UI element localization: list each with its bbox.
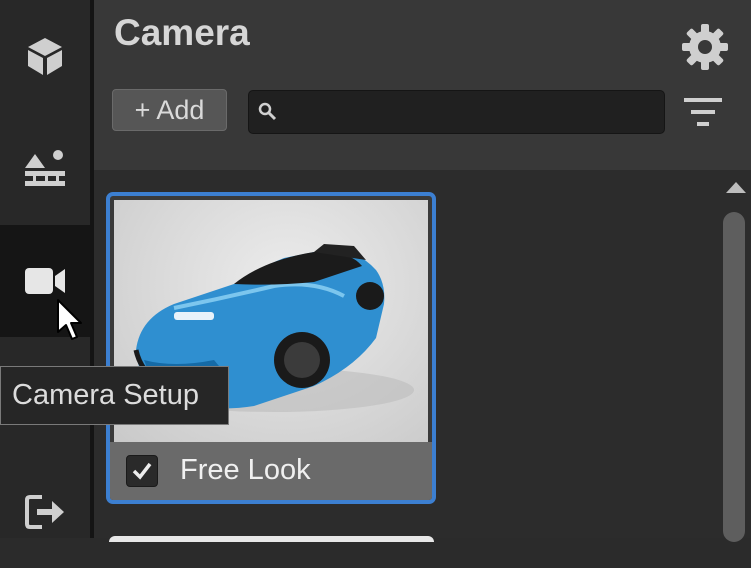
- video-camera-icon: [25, 268, 65, 294]
- exit-icon: [25, 495, 64, 529]
- sidebar-item-exit[interactable]: [0, 456, 90, 568]
- card-checkbox[interactable]: [126, 455, 158, 487]
- card-footer: Free Look: [110, 442, 432, 500]
- camera-panel: Camera + Add Free Look: [94, 0, 751, 542]
- scrollbar-thumb[interactable]: [723, 212, 745, 542]
- filter-icon[interactable]: [682, 95, 724, 129]
- panel-header: Camera + Add: [94, 0, 751, 170]
- sidebar: [0, 0, 90, 538]
- camera-list: Free Look: [94, 170, 751, 542]
- sidebar-item-environment[interactable]: [0, 112, 90, 224]
- search-input[interactable]: [248, 90, 665, 134]
- terrain-icon: [25, 150, 65, 186]
- page-title: Camera: [114, 12, 250, 53]
- search-icon: [258, 102, 277, 121]
- mouse-cursor-icon: [57, 299, 82, 340]
- next-camera-card[interactable]: [109, 536, 434, 542]
- scroll-up-arrow-icon[interactable]: [726, 182, 746, 193]
- tooltip-camera-setup: Camera Setup: [0, 366, 229, 425]
- gear-icon[interactable]: [680, 22, 730, 72]
- checkmark-icon: [132, 462, 152, 480]
- scrollbar[interactable]: [718, 170, 751, 542]
- cube-icon: [28, 38, 62, 75]
- add-button[interactable]: + Add: [112, 89, 227, 131]
- sidebar-item-objects[interactable]: [0, 0, 90, 112]
- camera-card-free-look[interactable]: Free Look: [106, 192, 436, 504]
- card-label: Free Look: [180, 454, 311, 486]
